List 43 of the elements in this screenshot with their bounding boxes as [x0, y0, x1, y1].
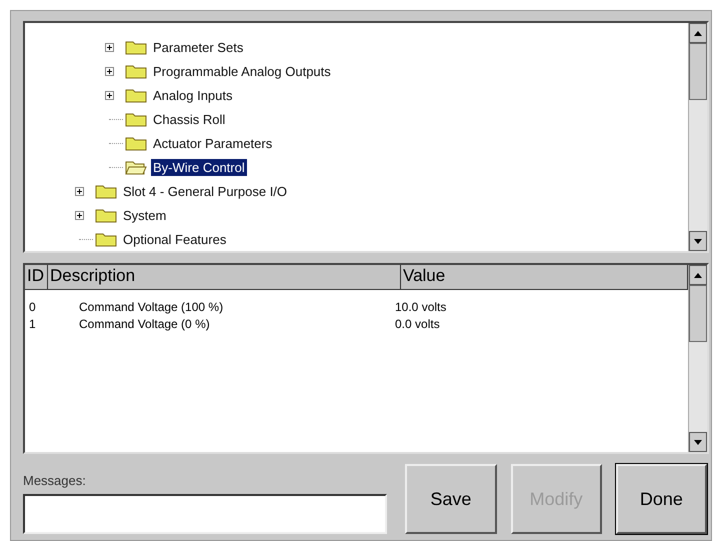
- messages-label: Messages:: [23, 473, 87, 488]
- tree-item[interactable]: Chassis Roll: [151, 110, 228, 128]
- expand-icon[interactable]: [105, 90, 114, 100]
- column-header[interactable]: ID: [25, 265, 48, 289]
- tree-item[interactable]: Programmable Analog Outputs: [151, 62, 333, 80]
- scrollbar[interactable]: [688, 265, 707, 452]
- column-header[interactable]: Description: [48, 265, 401, 289]
- folder-icon: [125, 111, 147, 127]
- tree-item[interactable]: Optional Features: [121, 230, 228, 248]
- table-cell-text: Command Voltage (100 %): [78, 300, 224, 316]
- scroll-down-icon[interactable]: [694, 440, 702, 444]
- folder-icon: [95, 231, 117, 247]
- scroll-thumb[interactable]: [689, 285, 707, 342]
- tree-item[interactable]: Parameter Sets: [151, 38, 246, 56]
- scroll-thumb[interactable]: [689, 43, 707, 100]
- tree-item[interactable]: Slot 4 - General Purpose I/O: [121, 182, 290, 200]
- open-folder-icon: [125, 159, 147, 175]
- expand-icon[interactable]: [75, 186, 84, 196]
- dialog-button[interactable]: Done: [616, 464, 707, 534]
- scrollbar[interactable]: [688, 23, 707, 251]
- folder-icon: [125, 39, 147, 55]
- expand-icon[interactable]: [105, 42, 114, 52]
- folder-icon: [125, 63, 147, 79]
- expand-icon[interactable]: [105, 66, 114, 76]
- tree-item[interactable]: Actuator Parameters: [151, 134, 274, 152]
- table-cell-text: Command Voltage (0 %): [78, 317, 211, 333]
- dialog-button[interactable]: Save: [405, 464, 497, 534]
- tree-item[interactable]: By-Wire Control: [151, 158, 247, 176]
- tree-item[interactable]: System: [121, 206, 168, 224]
- scroll-up-icon[interactable]: [694, 30, 702, 36]
- table-cell-text: 0: [28, 300, 37, 316]
- folder-icon: [95, 183, 117, 199]
- expand-icon[interactable]: [75, 210, 84, 220]
- messages-field[interactable]: [23, 494, 388, 534]
- scroll-down-icon[interactable]: [694, 238, 702, 244]
- folder-icon: [125, 87, 147, 103]
- table-cell-text: 1: [28, 317, 37, 333]
- folder-icon: [125, 135, 147, 151]
- tree-item[interactable]: Analog Inputs: [151, 86, 235, 104]
- scroll-up-icon[interactable]: [694, 272, 702, 278]
- table-cell-text: 0.0 volts: [395, 317, 441, 333]
- table-cell-text: 10.0 volts: [395, 300, 448, 316]
- folder-icon: [95, 207, 117, 223]
